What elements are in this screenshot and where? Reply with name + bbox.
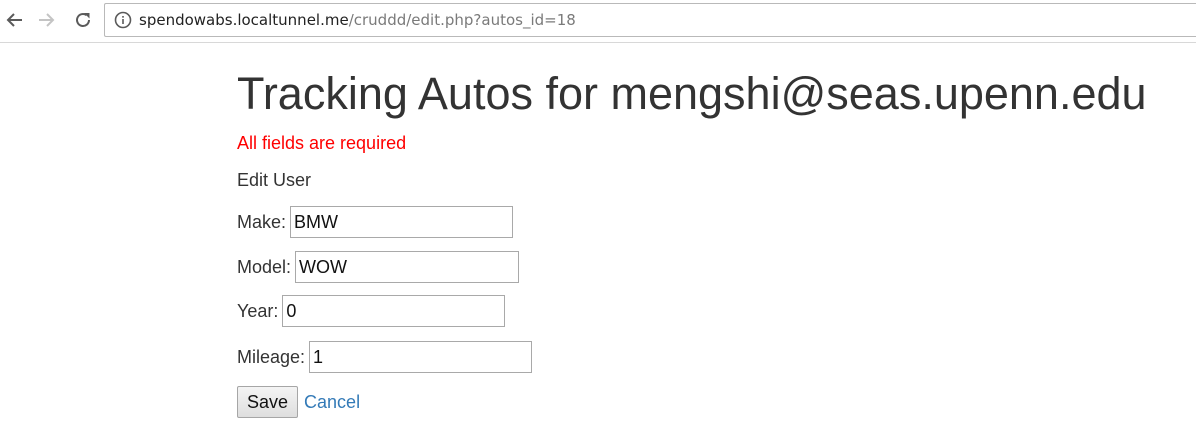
year-row: Year:	[237, 295, 506, 327]
model-row: Model:	[237, 251, 520, 283]
url-text[interactable]: spendowabs.localtunnel.me/cruddd/edit.ph…	[139, 11, 576, 30]
form-actions: Save Cancel	[237, 386, 360, 418]
forward-icon	[39, 13, 55, 27]
info-icon[interactable]	[114, 11, 132, 29]
browser-toolbar: spendowabs.localtunnel.me/cruddd/edit.ph…	[0, 0, 1196, 43]
reload-icon	[76, 13, 90, 27]
save-button[interactable]: Save	[237, 386, 299, 418]
page-title: Tracking Autos for mengshi@seas.upenn.ed…	[237, 68, 1147, 119]
url-host: spendowabs.localtunnel.me	[139, 11, 349, 29]
back-button[interactable]	[2, 7, 28, 33]
back-icon	[6, 13, 22, 27]
model-label: Model:	[237, 256, 292, 277]
year-label: Year:	[237, 300, 279, 321]
url-path: /cruddd/edit.php?autos_id=18	[348, 11, 576, 29]
make-row: Make:	[237, 206, 514, 238]
error-message: All fields are required	[237, 133, 407, 153]
year-input[interactable]	[282, 295, 506, 327]
mileage-row: Mileage:	[237, 341, 533, 373]
model-input[interactable]	[295, 251, 520, 283]
mileage-input[interactable]	[309, 341, 533, 373]
make-input[interactable]	[290, 206, 514, 238]
forward-button[interactable]	[33, 7, 59, 33]
reload-button[interactable]	[70, 7, 96, 33]
make-label: Make:	[237, 211, 287, 232]
address-bar[interactable]: spendowabs.localtunnel.me/cruddd/edit.ph…	[104, 3, 1196, 37]
mileage-label: Mileage:	[237, 346, 306, 367]
cancel-link[interactable]: Cancel	[304, 392, 360, 413]
form-subtitle: Edit User	[237, 170, 312, 190]
